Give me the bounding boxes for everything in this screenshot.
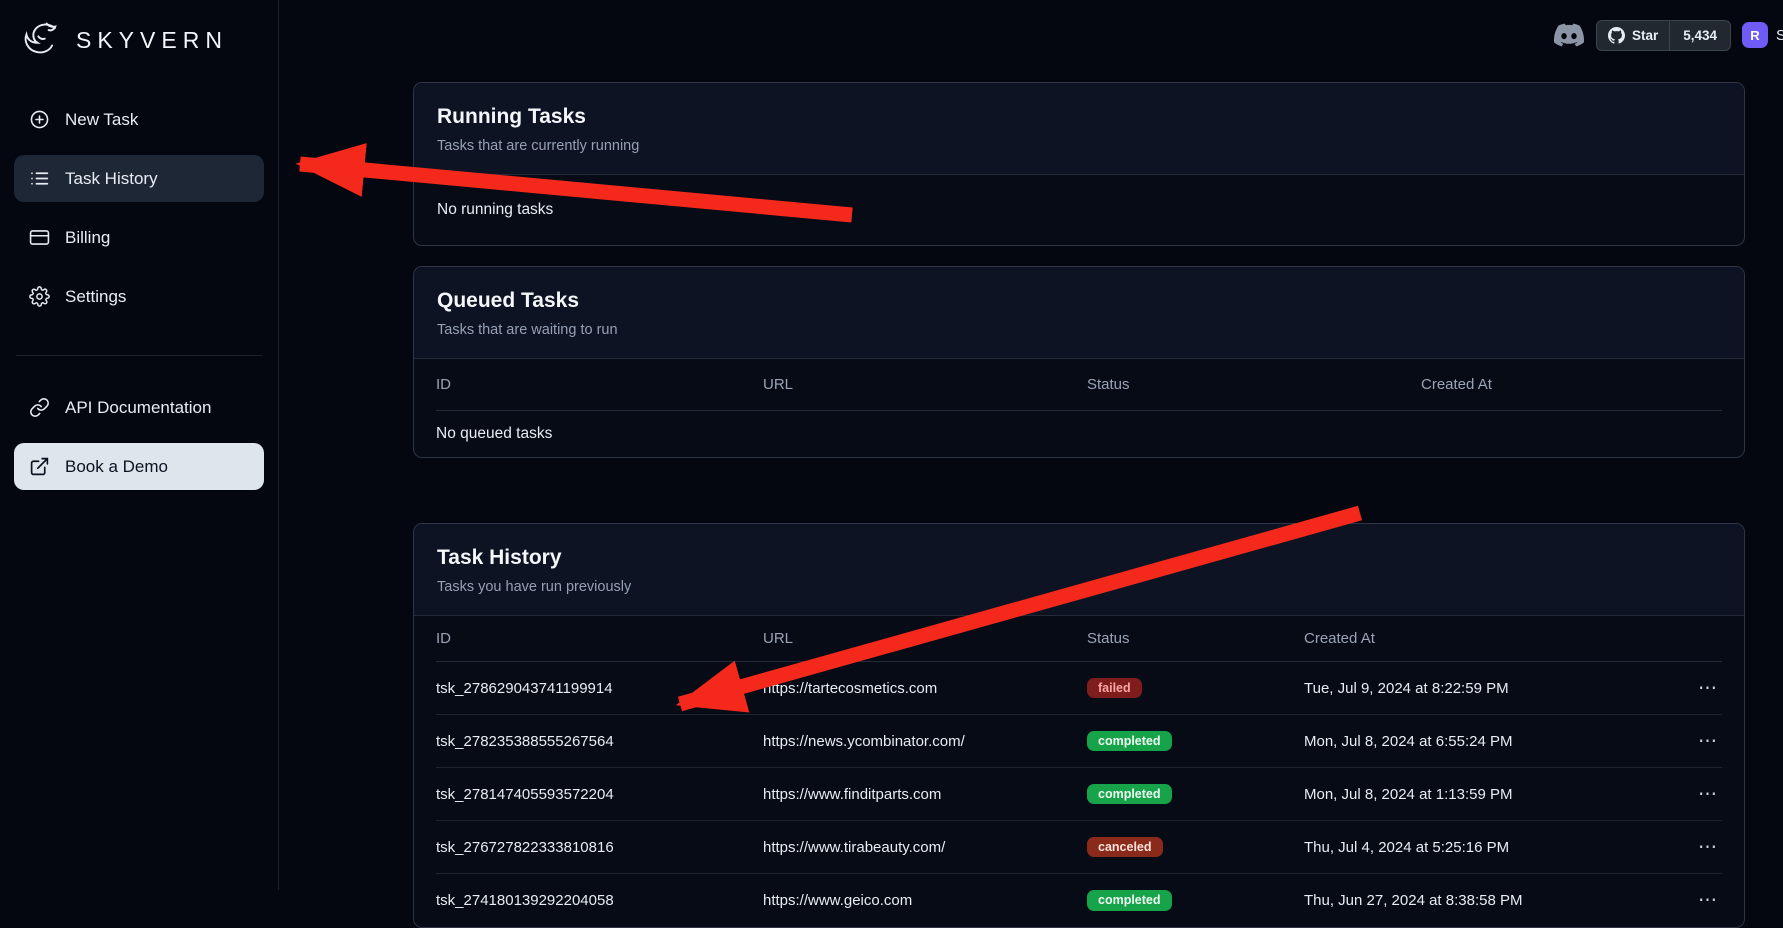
sidebar-item-label: Book a Demo [65, 457, 168, 477]
sidebar-item-label: New Task [65, 110, 138, 130]
table-row[interactable]: tsk_274180139292204058 https://www.geico… [436, 874, 1722, 927]
card-subtitle: Tasks that are currently running [437, 138, 1721, 154]
table-row[interactable]: tsk_278629043741199914 https://tartecosm… [436, 662, 1722, 715]
task-url: https://www.finditparts.com [763, 786, 1087, 803]
sidebar-divider [16, 355, 262, 356]
column-header-status: Status [1087, 630, 1304, 647]
sidebar-item-label: API Documentation [65, 398, 211, 418]
card-subtitle: Tasks that are waiting to run [437, 322, 1721, 338]
column-header-url: URL [763, 376, 1087, 393]
queued-tasks-empty: No queued tasks [436, 411, 1722, 457]
task-url: https://news.ycombinator.com/ [763, 733, 1087, 750]
sidebar-item-label: Billing [65, 228, 110, 248]
task-created-at: Mon, Jul 8, 2024 at 1:13:59 PM [1304, 786, 1680, 803]
queued-tasks-header: Queued Tasks Tasks that are waiting to r… [414, 267, 1744, 359]
github-icon [1608, 27, 1625, 44]
book-a-demo-button[interactable]: Book a Demo [14, 443, 264, 490]
column-header-id: ID [436, 630, 763, 647]
link-icon [29, 397, 50, 418]
column-header-status: Status [1087, 376, 1421, 393]
task-created-at: Thu, Jun 27, 2024 at 8:38:58 PM [1304, 892, 1680, 909]
sidebar-item-label: Task History [65, 169, 158, 189]
task-url: https://www.geico.com [763, 892, 1087, 909]
table-row[interactable]: tsk_278235388555267564 https://news.ycom… [436, 715, 1722, 768]
skyvern-dragon-icon [20, 18, 64, 62]
task-id: tsk_278147405593572204 [436, 786, 763, 803]
skyvern-app: { "brand": { "name": "SKYVERN" }, "sideb… [0, 0, 1783, 890]
main-content: Running Tasks Tasks that are currently r… [413, 82, 1745, 928]
status-badge: completed [1087, 890, 1172, 911]
sidebar-item-label: Settings [65, 287, 126, 307]
sidebar-item-billing[interactable]: Billing [14, 214, 264, 261]
task-id: tsk_274180139292204058 [436, 892, 763, 909]
table-header-row: ID URL Status Created At [436, 616, 1722, 662]
queued-tasks-table: ID URL Status Created At No queued tasks [436, 359, 1722, 457]
table-header-row: ID URL Status Created At [436, 359, 1722, 411]
external-link-icon [29, 456, 50, 477]
github-star-count: 5,434 [1669, 21, 1730, 50]
column-header-created-at: Created At [1421, 376, 1722, 393]
task-history-table: ID URL Status Created At tsk_27862904374… [436, 616, 1722, 927]
row-actions-button[interactable]: ⋯ [1694, 676, 1722, 701]
plus-circle-icon [29, 109, 50, 130]
sidebar-item-settings[interactable]: Settings [14, 273, 264, 320]
row-actions-button[interactable]: ⋯ [1694, 782, 1722, 807]
task-id: tsk_276727822333810816 [436, 839, 763, 856]
row-actions-button[interactable]: ⋯ [1694, 729, 1722, 754]
task-history-header: Task History Tasks you have run previous… [414, 524, 1744, 616]
sidebar-nav: New Task Task History Billing Settings A… [14, 96, 264, 490]
row-actions-button[interactable]: ⋯ [1694, 888, 1722, 913]
status-badge: canceled [1087, 837, 1163, 858]
task-url: https://tartecosmetics.com [763, 680, 1087, 697]
card-title: Queued Tasks [437, 289, 1721, 313]
sidebar-item-new-task[interactable]: New Task [14, 96, 264, 143]
brand-name: SKYVERN [76, 27, 228, 54]
column-header-id: ID [436, 376, 763, 393]
brand-logo[interactable]: SKYVERN [14, 16, 264, 66]
task-created-at: Mon, Jul 8, 2024 at 6:55:24 PM [1304, 733, 1680, 750]
discord-icon[interactable] [1552, 20, 1586, 50]
task-id: tsk_278235388555267564 [436, 733, 763, 750]
column-header-created-at: Created At [1304, 630, 1680, 647]
card-subtitle: Tasks you have run previously [437, 579, 1721, 595]
user-avatar[interactable]: R [1742, 22, 1768, 48]
user-name: S [1776, 27, 1783, 44]
running-tasks-card: Running Tasks Tasks that are currently r… [413, 82, 1745, 246]
gear-icon [29, 286, 50, 307]
running-tasks-header: Running Tasks Tasks that are currently r… [414, 83, 1744, 175]
sidebar-item-api-documentation[interactable]: API Documentation [14, 384, 264, 431]
status-badge: failed [1087, 678, 1142, 699]
column-header-url: URL [763, 630, 1087, 647]
sidebar: SKYVERN New Task Task History Billing Se… [0, 0, 279, 890]
github-star-label: Star [1632, 28, 1658, 43]
github-star-widget[interactable]: Star 5,434 [1596, 20, 1731, 51]
credit-card-icon [29, 227, 50, 248]
topbar: Star 5,434 R S [279, 18, 1783, 58]
task-history-card: Task History Tasks you have run previous… [413, 523, 1745, 928]
task-url: https://www.tirabeauty.com/ [763, 839, 1087, 856]
task-created-at: Thu, Jul 4, 2024 at 5:25:16 PM [1304, 839, 1680, 856]
status-badge: completed [1087, 731, 1172, 752]
list-icon [29, 168, 50, 189]
row-actions-button[interactable]: ⋯ [1694, 835, 1722, 860]
card-title: Task History [437, 546, 1721, 570]
task-id: tsk_278629043741199914 [436, 680, 763, 697]
running-tasks-empty: No running tasks [414, 175, 1744, 245]
table-row[interactable]: tsk_278147405593572204 https://www.findi… [436, 768, 1722, 821]
queued-tasks-card: Queued Tasks Tasks that are waiting to r… [413, 266, 1745, 458]
status-badge: completed [1087, 784, 1172, 805]
card-title: Running Tasks [437, 105, 1721, 129]
table-row[interactable]: tsk_276727822333810816 https://www.tirab… [436, 821, 1722, 874]
sidebar-item-task-history[interactable]: Task History [14, 155, 264, 202]
task-created-at: Tue, Jul 9, 2024 at 8:22:59 PM [1304, 680, 1680, 697]
